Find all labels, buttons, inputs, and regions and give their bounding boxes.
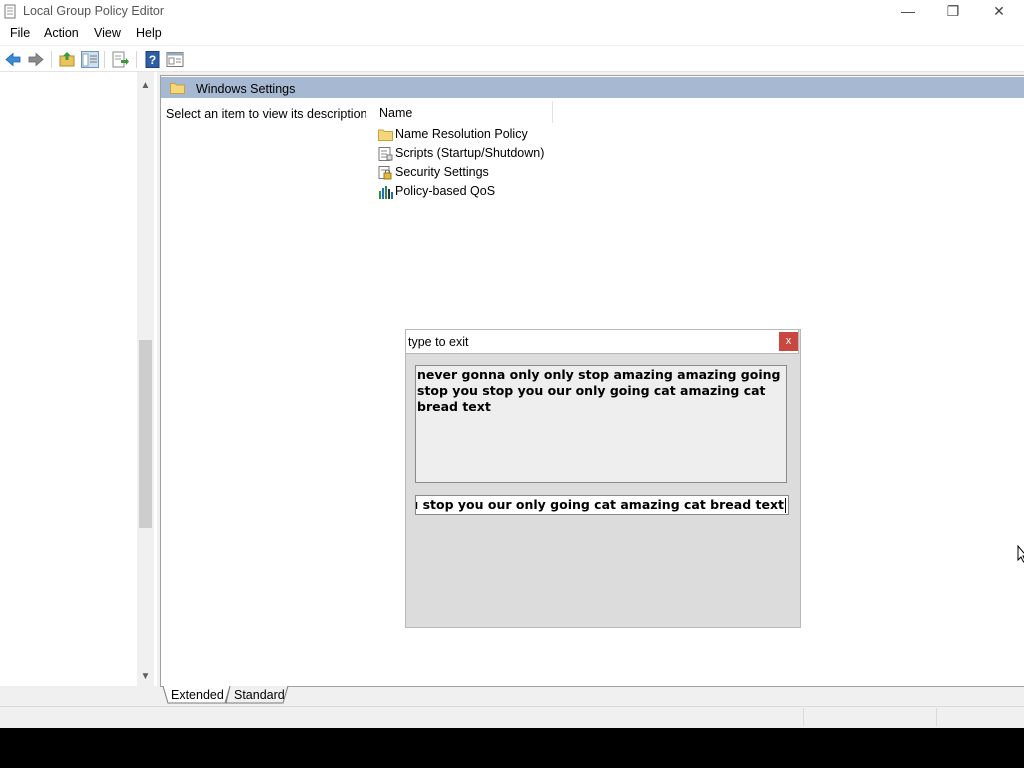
details-header-title: Windows Settings [196,82,296,96]
dialog-text-input[interactable]: ip you stop you our only going cat amazi… [415,495,789,515]
menu-view[interactable]: View [94,26,121,40]
dialog-title: type to exit [408,335,469,349]
svg-text:?: ? [149,53,156,67]
up-folder-icon[interactable] [58,51,76,68]
forward-arrow-icon[interactable] [27,51,45,68]
scroll-down-arrow-icon[interactable]: ▼ [138,670,153,684]
folder-icon [170,83,185,94]
status-bar-separator [803,708,804,726]
scroll-up-arrow-icon[interactable]: ▲ [138,79,153,93]
close-button[interactable]: ✕ [976,0,1022,23]
mouse-cursor-icon [1017,545,1024,563]
show-hide-tree-icon[interactable] [81,51,99,68]
export-list-icon[interactable] [112,51,130,68]
menu-action[interactable]: Action [44,26,79,40]
dialog-text-area[interactable]: never gonna only only stop amazing amazi… [415,365,787,483]
console-tree-pane[interactable] [0,72,157,686]
item-description-text: Select an item to view its description. [166,107,371,121]
help-icon[interactable]: ? [144,51,162,68]
list-item-label: Name Resolution Policy [395,127,528,141]
status-bar-separator [936,708,937,726]
toolbar-separator [136,51,137,68]
menu-help[interactable]: Help [136,26,162,40]
scripts-icon [378,147,393,161]
security-settings-icon [378,166,392,180]
toolbar-separator [104,51,105,68]
text-caret [785,498,786,513]
column-divider[interactable] [552,101,553,123]
back-arrow-icon[interactable] [4,51,22,68]
dialog-input-value: ip you stop you our only going cat amazi… [415,497,784,512]
qos-chart-icon [379,186,393,199]
list-item-label: Policy-based QoS [395,184,496,198]
window-title: Local Group Policy Editor [23,4,165,18]
minimize-button[interactable]: — [885,0,931,23]
properties-icon[interactable] [166,51,184,68]
policy-editor-app-icon [4,4,16,19]
tree-scrollbar-thumb[interactable] [139,340,152,528]
toolbar-separator [51,51,52,68]
tab-extended[interactable]: Extended [171,686,224,704]
dialog-close-button[interactable]: x [779,332,798,351]
maximize-button[interactable]: ❐ [930,0,976,23]
list-item-label: Scripts (Startup/Shutdown) [395,146,545,160]
status-bar [0,706,1024,728]
list-item-label: Security Settings [395,165,489,179]
tab-standard[interactable]: Standard [234,686,285,704]
column-header-name[interactable]: Name [379,106,412,120]
menu-file[interactable]: File [10,26,30,40]
folder-icon [378,129,393,141]
